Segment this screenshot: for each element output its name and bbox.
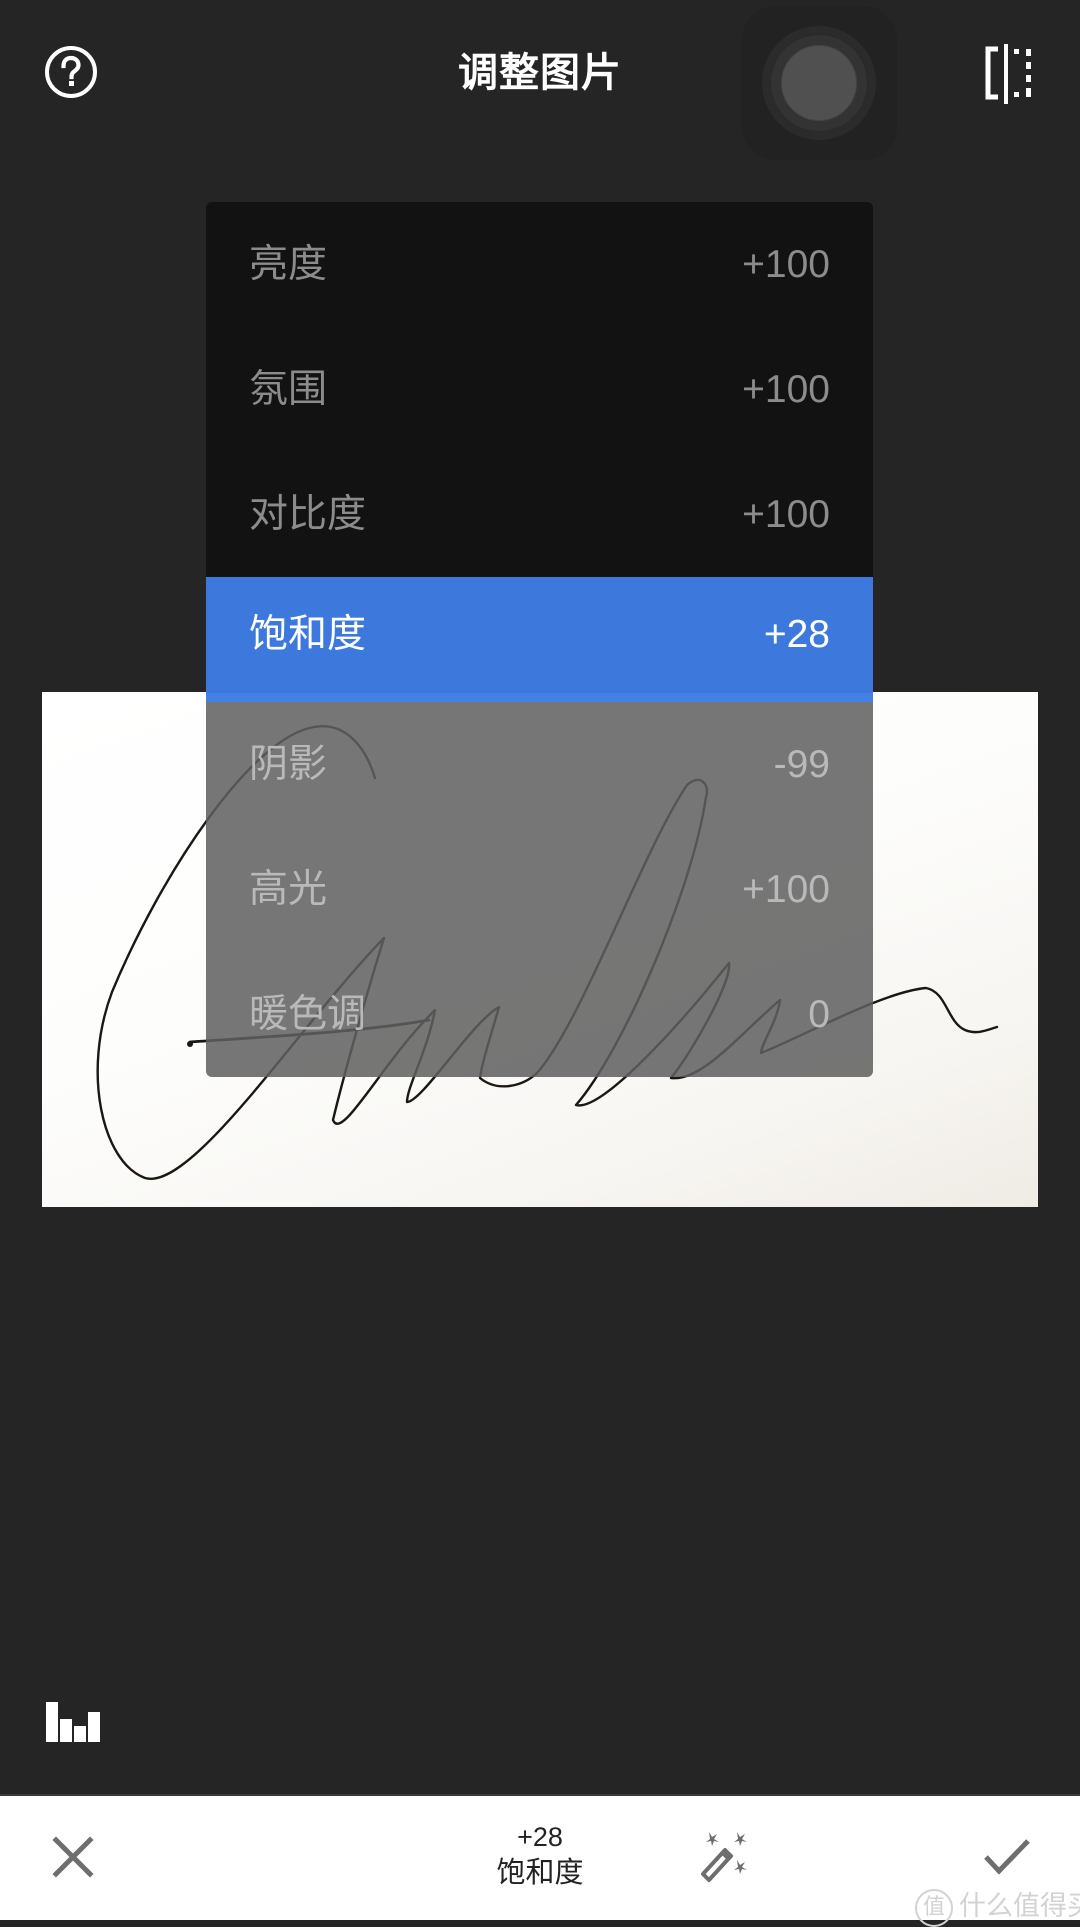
menu-item-value: -99	[773, 743, 830, 786]
histogram-bar	[46, 1702, 58, 1742]
apply-button[interactable]	[983, 1838, 1031, 1876]
menu-item-brightness[interactable]: 亮度 +100	[206, 202, 873, 327]
menu-item-saturation[interactable]: 饱和度 +28	[206, 577, 873, 702]
menu-item-value: +100	[742, 368, 830, 411]
watermark-text: 什么值得买	[959, 1891, 1080, 1922]
watermark: 值什么值得买	[915, 1884, 1080, 1927]
menu-item-label: 氛围	[249, 367, 328, 412]
page-title: 调整图片	[458, 50, 622, 96]
menu-item-highlights[interactable]: 高光 +100	[206, 827, 873, 952]
menu-item-ambiance[interactable]: 氛围 +100	[206, 327, 873, 452]
assistive-touch-core	[781, 45, 857, 121]
menu-item-label: 亮度	[249, 242, 328, 287]
menu-item-label: 阴影	[249, 742, 328, 787]
histogram-button[interactable]	[46, 1700, 102, 1742]
close-icon	[52, 1836, 94, 1878]
current-param-name: 饱和度	[496, 1855, 584, 1889]
histogram-icon	[46, 1700, 102, 1742]
cancel-button[interactable]	[52, 1836, 94, 1878]
current-adjustment[interactable]: +28 饱和度	[440, 1822, 640, 1890]
histogram-bar	[88, 1712, 100, 1742]
menu-item-value: +100	[742, 868, 830, 911]
current-value: +28	[517, 1822, 563, 1852]
menu-item-shadows[interactable]: 阴影 -99	[206, 702, 873, 827]
menu-item-value: +100	[742, 493, 830, 536]
menu-item-label: 高光	[249, 867, 328, 912]
menu-item-label: 饱和度	[249, 612, 367, 657]
histogram-bar	[74, 1726, 86, 1742]
menu-item-value: +100	[742, 243, 830, 286]
menu-item-contrast[interactable]: 对比度 +100	[206, 452, 873, 577]
menu-item-value: +28	[763, 613, 830, 656]
menu-item-value: 0	[808, 993, 830, 1036]
menu-item-label: 暖色调	[249, 992, 367, 1037]
assistive-touch-button[interactable]	[742, 6, 897, 160]
histogram-bar	[60, 1719, 72, 1742]
menu-item-warmth[interactable]: 暖色调 0	[206, 952, 873, 1077]
checkmark-icon	[984, 1839, 1030, 1875]
watermark-badge: 值	[915, 1888, 953, 1927]
compare-split-icon	[985, 44, 1031, 104]
adjustment-menu: 亮度 +100 氛围 +100 对比度 +100 饱和度 +28 阴影 -99 …	[206, 202, 873, 1077]
compare-button[interactable]	[984, 44, 1036, 104]
auto-adjust-button[interactable]	[697, 1830, 757, 1886]
magic-wand-icon	[701, 1832, 747, 1882]
menu-item-label: 对比度	[249, 492, 367, 537]
